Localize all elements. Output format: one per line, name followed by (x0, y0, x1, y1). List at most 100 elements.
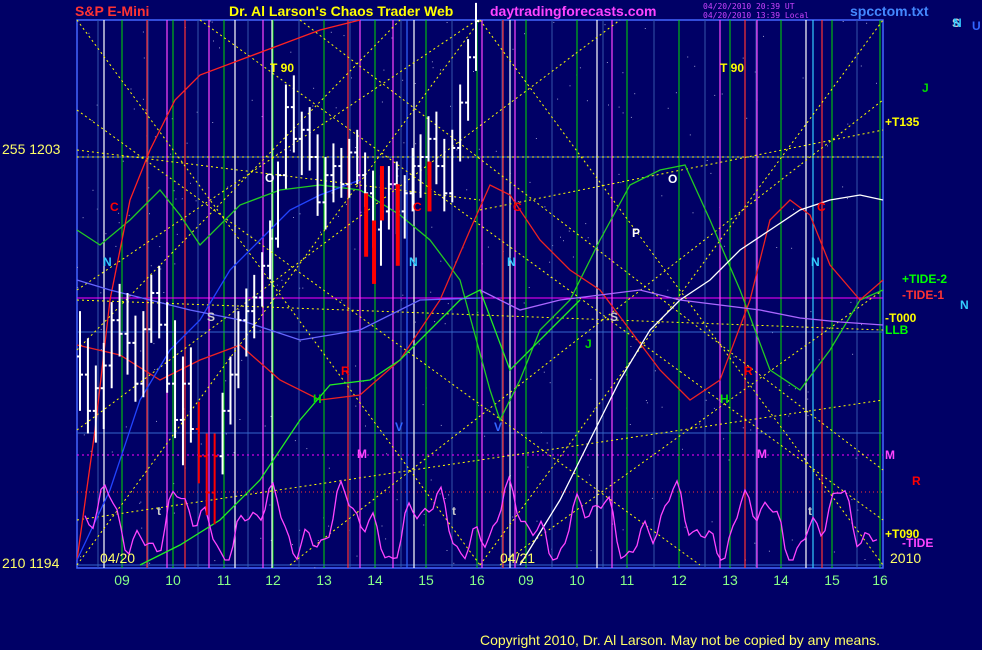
background-star (264, 425, 266, 427)
background-star (314, 567, 316, 569)
background-star (100, 328, 102, 330)
ce-red-bar (372, 220, 377, 284)
background-star (850, 301, 852, 303)
background-star (563, 240, 564, 242)
background-star (444, 498, 446, 499)
background-star (723, 245, 725, 247)
background-star (630, 346, 632, 347)
background-star (289, 149, 291, 151)
background-star (176, 233, 178, 235)
right-axis-label: -TIDE-1 (902, 288, 944, 302)
x-tick-label: 14 (773, 572, 789, 588)
background-star (360, 211, 362, 213)
background-star (711, 521, 713, 523)
header-site-link[interactable]: daytradingforecasts.com (490, 3, 657, 19)
background-star (629, 424, 631, 425)
background-star (170, 153, 172, 155)
planet-annotation: t (452, 504, 456, 518)
background-star (80, 556, 81, 558)
background-star (175, 198, 177, 200)
background-star (661, 195, 663, 197)
background-star (423, 524, 425, 526)
background-star (403, 142, 405, 144)
background-star (414, 83, 416, 84)
background-star (710, 172, 712, 174)
gann-diagonal (499, 289, 884, 566)
background-star (750, 429, 752, 431)
background-star (259, 329, 261, 331)
background-star (524, 33, 525, 35)
background-star (328, 467, 330, 469)
background-star (423, 513, 425, 515)
planet-annotation: O (265, 171, 274, 185)
background-star (391, 37, 393, 39)
background-star (802, 77, 804, 79)
background-star (604, 24, 606, 26)
background-star (143, 57, 145, 59)
background-star (847, 123, 849, 125)
background-star (213, 40, 214, 42)
background-star (214, 560, 216, 562)
date-marker: 04/20 (100, 550, 135, 566)
background-star (608, 104, 609, 106)
background-star (512, 516, 514, 518)
ce-red-bar (427, 161, 432, 212)
background-star (569, 85, 571, 87)
background-star (432, 67, 434, 69)
x-tick-label: 14 (367, 572, 383, 588)
background-star (675, 92, 677, 94)
background-star (422, 404, 424, 406)
background-star (239, 419, 241, 420)
planet-annotation: N (953, 16, 962, 30)
background-star (290, 51, 292, 53)
background-star (92, 189, 94, 191)
background-star (354, 248, 356, 250)
background-star (651, 497, 653, 499)
background-star (105, 233, 107, 235)
background-star (590, 378, 592, 380)
background-star (115, 245, 117, 247)
right-axis-label: +TIDE-2 (902, 272, 947, 286)
background-star (337, 215, 339, 217)
planet-annotation: C (413, 200, 422, 214)
background-star (553, 21, 555, 23)
header-filename: spcctom.txt (850, 3, 929, 19)
planet-annotation: J (585, 337, 592, 351)
x-tick-label: 13 (722, 572, 738, 588)
x-tick-label: 16 (469, 572, 485, 588)
background-star (466, 189, 468, 191)
background-star (306, 448, 308, 450)
background-star (523, 302, 525, 304)
background-star (181, 198, 183, 200)
background-star (225, 380, 227, 382)
right-axis-label: R (912, 474, 921, 488)
background-star (687, 56, 689, 58)
background-star (195, 200, 197, 202)
background-star (742, 427, 744, 429)
background-star (439, 493, 441, 495)
background-star (299, 340, 301, 342)
background-star (82, 217, 84, 219)
background-star (473, 71, 474, 72)
background-star (594, 408, 596, 410)
right-axis-label: N (960, 298, 969, 312)
background-star (618, 173, 620, 175)
background-star (860, 65, 862, 67)
background-star (313, 87, 315, 89)
planet-annotation: N (409, 255, 418, 269)
background-star (788, 415, 790, 417)
background-star (430, 479, 432, 481)
background-star (645, 400, 647, 401)
background-star (142, 31, 144, 33)
background-star (512, 48, 514, 50)
background-star (292, 544, 293, 546)
background-star (579, 67, 581, 69)
background-star (251, 99, 253, 101)
background-star (444, 323, 446, 325)
background-star (431, 61, 433, 63)
background-star (211, 21, 213, 23)
planet-annotation: T 90 (720, 61, 744, 75)
background-star (154, 369, 156, 370)
background-star (646, 402, 648, 404)
background-star (140, 501, 142, 503)
